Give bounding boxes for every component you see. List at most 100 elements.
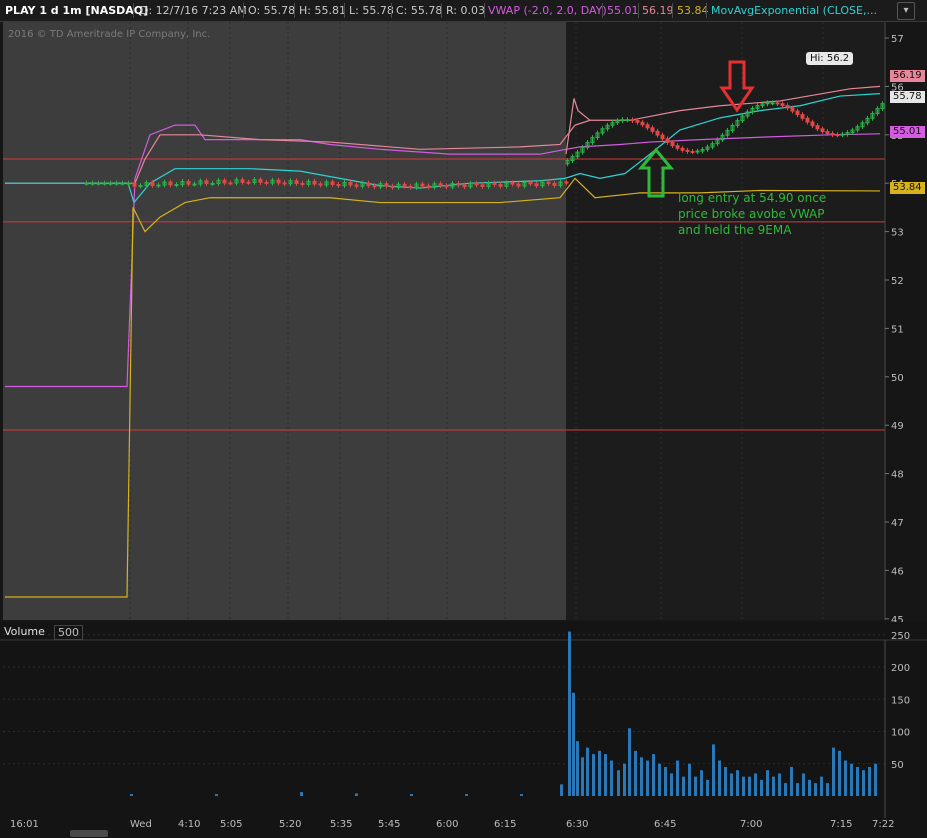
volume-bar — [832, 747, 835, 796]
header-divider — [391, 3, 392, 18]
chart-header: PLAY 1 d 1m [NASDAQ] D: 12/7/16 7:23 AM … — [0, 0, 927, 22]
volume-bar — [826, 783, 829, 796]
candle — [685, 149, 690, 152]
volume-bar — [598, 750, 601, 796]
candle — [635, 120, 640, 123]
candle — [330, 181, 335, 185]
candle — [785, 104, 790, 109]
bar-low: L: 55.78 — [349, 4, 394, 17]
time-axis-label: 6:15 — [494, 819, 517, 830]
candle — [174, 184, 179, 187]
volume-bar — [586, 747, 589, 796]
price-chart[interactable]: 57565554535251504948474645 — [0, 22, 927, 622]
candle — [300, 182, 305, 185]
candle — [390, 185, 395, 188]
header-divider — [133, 3, 134, 18]
volume-scale-badge[interactable]: 500 — [54, 625, 83, 640]
price-axis-label: 48 — [891, 470, 904, 481]
time-axis-label: 7:15 — [830, 819, 853, 830]
candle — [655, 130, 660, 136]
annotation-line: and held the 9EMA — [678, 223, 792, 237]
volume-bar — [796, 783, 799, 796]
volume-bar — [754, 773, 757, 796]
candle — [228, 182, 233, 185]
candle — [426, 185, 431, 188]
candle — [336, 183, 341, 187]
candle — [204, 180, 209, 185]
volume-bar — [410, 794, 413, 796]
chevron-menu-icon[interactable]: ▾ — [897, 2, 915, 20]
volume-bar — [694, 776, 697, 796]
time-axis-label: 5:05 — [220, 819, 243, 830]
time-axis-label: 5:20 — [279, 819, 302, 830]
volume-chart[interactable]: 250 200 150 100 50 — [0, 622, 927, 818]
time-axis-label: 5:45 — [378, 819, 401, 830]
candle — [492, 182, 497, 185]
volume-bar — [640, 757, 643, 796]
volume-bar — [784, 783, 787, 796]
candle — [246, 181, 251, 184]
session-area — [566, 22, 885, 620]
horizontal-scrollbar[interactable] — [70, 830, 108, 837]
candle — [630, 119, 635, 122]
lower-band-value: 53.84 — [677, 4, 709, 17]
candle — [795, 110, 800, 116]
header-divider — [484, 3, 485, 18]
candle — [120, 182, 125, 185]
volume-bar — [760, 779, 763, 796]
volume-axis-label: 250 — [891, 631, 910, 642]
symbol-label[interactable]: PLAY 1 d 1m [NASDAQ] — [5, 4, 148, 18]
volume-bar — [465, 794, 468, 796]
candle — [840, 133, 845, 136]
candle — [312, 180, 317, 185]
volume-bar — [568, 631, 571, 796]
volume-bar — [576, 741, 579, 796]
candle — [168, 181, 173, 186]
volume-bar — [676, 760, 679, 796]
volume-bar — [215, 794, 218, 796]
time-axis-label: 6:45 — [654, 819, 677, 830]
candle — [258, 179, 263, 183]
volume-bar — [802, 773, 805, 796]
candle — [318, 183, 323, 186]
time-axis-label: 7:00 — [740, 819, 763, 830]
candle — [680, 147, 685, 151]
header-divider — [638, 3, 639, 18]
time-axis-label: 6:30 — [566, 819, 589, 830]
candle — [132, 182, 137, 187]
volume-bar — [658, 763, 661, 796]
volume-bar — [742, 776, 745, 796]
vwap-study-label[interactable]: VWAP (-2.0, 2.0, DAY) — [488, 4, 607, 18]
candle — [444, 185, 449, 188]
candle — [138, 185, 143, 188]
candle — [765, 102, 770, 105]
volume-bar — [300, 792, 303, 796]
header-divider — [441, 3, 442, 18]
candle — [402, 183, 407, 187]
candle — [780, 103, 785, 106]
header-divider — [243, 3, 244, 18]
volume-label: Volume — [4, 625, 45, 638]
time-axis-label: 4:10 — [178, 819, 201, 830]
time-axis-label: 6:00 — [436, 819, 459, 830]
header-divider — [672, 3, 673, 18]
candle — [625, 119, 630, 122]
candle — [552, 182, 557, 186]
volume-bar — [718, 760, 721, 796]
volume-bar — [724, 766, 727, 796]
volume-bar — [355, 793, 358, 796]
bar-date: D: 12/7/16 7:23 AM — [140, 4, 247, 17]
header-divider — [294, 3, 295, 18]
candle — [348, 182, 353, 186]
volume-bar — [808, 779, 811, 796]
vwap-price-tag: 55.01 — [890, 126, 925, 138]
header-divider — [344, 3, 345, 18]
volume-bar — [736, 770, 739, 796]
candle — [84, 182, 89, 185]
ema-study-label[interactable]: MovAvgExponential (CLOSE,... — [711, 4, 877, 18]
candle — [366, 182, 371, 187]
candle — [90, 182, 95, 185]
bar-range: R: 0.03 — [446, 4, 485, 17]
candle — [222, 179, 227, 184]
candle — [820, 128, 825, 133]
